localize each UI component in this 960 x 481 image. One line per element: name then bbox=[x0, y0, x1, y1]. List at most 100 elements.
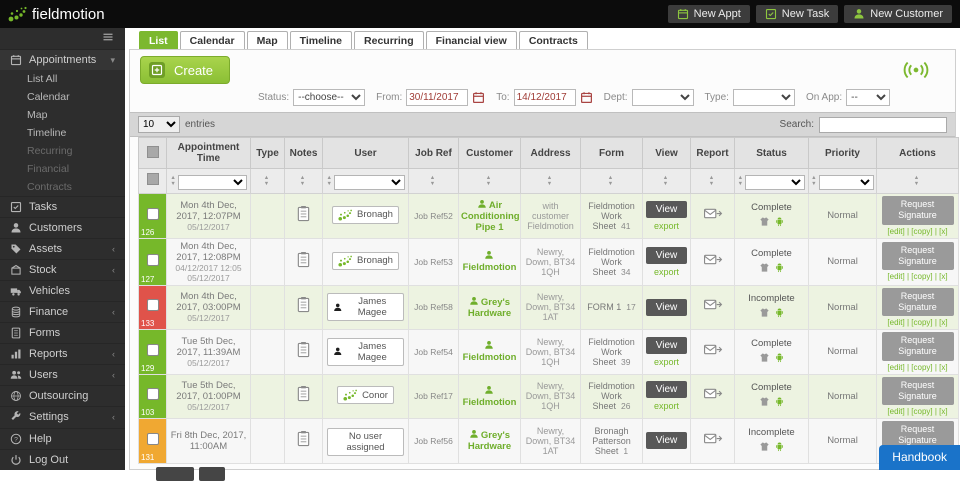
sidebar-subitem-contracts[interactable]: Contracts bbox=[0, 178, 125, 196]
sort-arrows-icon[interactable]: ▲ ▼ bbox=[486, 175, 491, 187]
note-icon[interactable] bbox=[296, 341, 311, 358]
sidebar-item-log-out[interactable]: Log Out bbox=[0, 449, 125, 470]
announcement-audio-icon[interactable] bbox=[901, 61, 931, 79]
row-checkbox[interactable] bbox=[146, 207, 159, 220]
note-icon[interactable] bbox=[296, 205, 311, 222]
sort-arrows-icon[interactable]: ▲ ▼ bbox=[738, 175, 743, 187]
sort-arrows-icon[interactable]: ▲ ▼ bbox=[264, 175, 269, 187]
onapp-filter-select[interactable]: -- bbox=[846, 89, 891, 106]
new-customer-button[interactable]: New Customer bbox=[844, 5, 952, 23]
export-link[interactable]: export bbox=[645, 221, 688, 231]
row-checkbox[interactable] bbox=[146, 432, 159, 445]
sidebar-item-finance[interactable]: Finance ‹ bbox=[0, 301, 125, 322]
dept-filter-select[interactable] bbox=[631, 89, 694, 106]
email-report-icon[interactable] bbox=[702, 252, 724, 267]
view-button[interactable]: View bbox=[645, 381, 688, 399]
row-checkbox[interactable] bbox=[146, 253, 159, 266]
from-date-input[interactable] bbox=[406, 89, 469, 106]
export-link[interactable]: export bbox=[645, 401, 688, 411]
email-report-icon[interactable] bbox=[702, 386, 724, 401]
row-checkbox[interactable] bbox=[146, 299, 159, 312]
note-icon[interactable] bbox=[296, 251, 311, 268]
view-button[interactable]: View bbox=[645, 200, 688, 218]
tab-map[interactable]: Map bbox=[246, 31, 288, 50]
create-button[interactable]: Create bbox=[140, 56, 231, 84]
column-filter-select[interactable] bbox=[177, 174, 247, 190]
request-signature-button[interactable]: Request Signature bbox=[881, 376, 954, 405]
sort-arrows-icon[interactable]: ▲ ▼ bbox=[709, 175, 714, 187]
sidebar-item-appointments[interactable]: Appointments ▾ bbox=[0, 49, 125, 70]
user-box[interactable]: Conor bbox=[337, 386, 394, 405]
customer-cell[interactable]: Grey's Hardware bbox=[458, 418, 521, 464]
sidebar-item-users[interactable]: Users ‹ bbox=[0, 364, 125, 385]
sidebar-item-outsourcing[interactable]: Outsourcing bbox=[0, 385, 125, 406]
view-button[interactable]: View bbox=[645, 336, 688, 354]
status-filter-select[interactable]: --choose-- bbox=[293, 89, 366, 106]
request-signature-button[interactable]: Request Signature bbox=[881, 332, 954, 361]
pagination-button[interactable] bbox=[199, 466, 225, 481]
sidebar-item-stock[interactable]: Stock ‹ bbox=[0, 259, 125, 280]
note-icon[interactable] bbox=[296, 385, 311, 402]
request-signature-button[interactable]: Request Signature bbox=[881, 287, 954, 316]
column-filter-select[interactable] bbox=[818, 174, 874, 190]
user-box[interactable]: James Magee bbox=[327, 337, 404, 366]
sidebar-subitem-recurring[interactable]: Recurring bbox=[0, 142, 125, 160]
user-box[interactable]: Bronagh bbox=[332, 251, 399, 270]
type-filter-select[interactable] bbox=[732, 89, 795, 106]
sidebar-item-tasks[interactable]: Tasks bbox=[0, 196, 125, 217]
customer-cell[interactable]: Fieldmotion bbox=[458, 329, 521, 375]
email-report-icon[interactable] bbox=[702, 297, 724, 312]
entries-select[interactable]: 10 bbox=[138, 116, 180, 133]
tab-list[interactable]: List bbox=[139, 31, 178, 50]
row-links[interactable]: [edit] | [copy] | [x] bbox=[879, 407, 956, 416]
user-box[interactable]: Bronagh bbox=[332, 205, 399, 224]
email-report-icon[interactable] bbox=[702, 342, 724, 357]
sidebar-item-reports[interactable]: Reports ‹ bbox=[0, 343, 125, 364]
pagination-button[interactable] bbox=[156, 466, 194, 481]
export-link[interactable]: export bbox=[645, 267, 688, 277]
note-icon[interactable] bbox=[296, 430, 311, 447]
new-task-button[interactable]: New Task bbox=[755, 5, 839, 23]
sort-arrows-icon[interactable]: ▲ ▼ bbox=[811, 175, 816, 187]
request-signature-button[interactable]: Request Signature bbox=[881, 241, 954, 271]
sidebar-subitem-financial[interactable]: Financial bbox=[0, 160, 125, 178]
sidebar-item-vehicles[interactable]: Vehicles bbox=[0, 280, 125, 301]
sort-arrows-icon[interactable]: ▲ ▼ bbox=[547, 175, 552, 187]
row-checkbox[interactable] bbox=[146, 343, 159, 356]
new-appt-button[interactable]: New Appt bbox=[667, 5, 750, 23]
sort-arrows-icon[interactable]: ▲ ▼ bbox=[327, 175, 332, 187]
row-checkbox[interactable] bbox=[146, 388, 159, 401]
sort-arrows-icon[interactable]: ▲ ▼ bbox=[300, 175, 305, 187]
customer-cell[interactable]: Air Conditioning Pipe 1 bbox=[458, 193, 521, 239]
sidebar-item-help[interactable]: Help bbox=[0, 428, 125, 449]
email-report-icon[interactable] bbox=[702, 206, 724, 221]
row-links[interactable]: [edit] | [copy] | [x] bbox=[879, 318, 956, 327]
row-links[interactable]: [edit] | [copy] | [x] bbox=[879, 272, 956, 281]
request-signature-button[interactable]: Request Signature bbox=[881, 196, 954, 225]
sort-arrows-icon[interactable]: ▲ ▼ bbox=[170, 175, 175, 187]
sidebar-subitem-list-all[interactable]: List All bbox=[0, 70, 125, 88]
sort-arrows-icon[interactable]: ▲ ▼ bbox=[430, 175, 435, 187]
column-filter-box[interactable] bbox=[146, 173, 159, 185]
customer-cell[interactable]: Grey's Hardware bbox=[458, 284, 521, 330]
hamburger-menu-icon[interactable] bbox=[101, 31, 115, 43]
sidebar-item-settings[interactable]: Settings ‹ bbox=[0, 406, 125, 427]
tab-timeline[interactable]: Timeline bbox=[289, 31, 353, 50]
to-date-input[interactable] bbox=[513, 89, 576, 106]
sort-arrows-icon[interactable]: ▲ ▼ bbox=[914, 175, 919, 187]
email-report-icon[interactable] bbox=[702, 431, 724, 446]
tab-recurring[interactable]: Recurring bbox=[354, 31, 424, 50]
export-link[interactable]: export bbox=[645, 357, 688, 367]
select-all-checkbox[interactable] bbox=[146, 145, 159, 158]
view-button[interactable]: View bbox=[645, 246, 688, 264]
tab-contracts[interactable]: Contracts bbox=[518, 31, 588, 50]
user-box[interactable]: No user assigned bbox=[327, 427, 404, 456]
row-links[interactable]: [edit] | [copy] | [x] bbox=[879, 363, 956, 372]
sidebar-subitem-timeline[interactable]: Timeline bbox=[0, 124, 125, 142]
column-filter-select[interactable] bbox=[745, 174, 806, 190]
tab-calendar[interactable]: Calendar bbox=[179, 31, 245, 50]
sidebar-item-assets[interactable]: Assets ‹ bbox=[0, 238, 125, 259]
from-calendar-icon[interactable] bbox=[472, 91, 485, 104]
tab-financial-view[interactable]: Financial view bbox=[425, 31, 517, 50]
customer-cell[interactable]: Fieldmotion bbox=[458, 373, 521, 419]
